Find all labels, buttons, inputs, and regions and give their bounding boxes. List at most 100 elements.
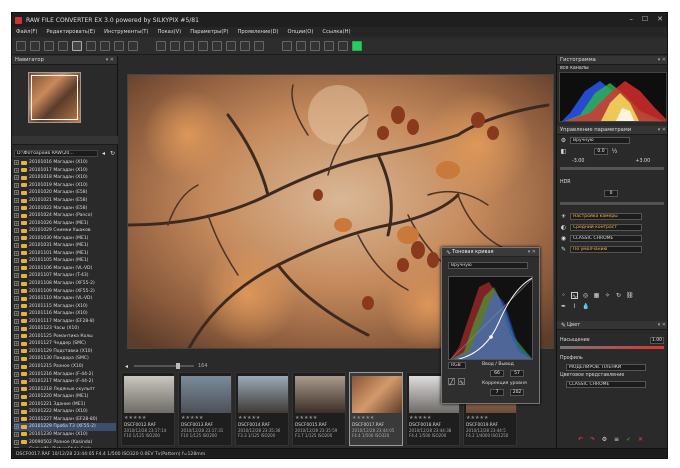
folder-tree-item[interactable]: +20101101 Магадан (ME1) <box>14 250 116 258</box>
brush-icon[interactable] <box>212 41 222 51</box>
compare-view-icon[interactable] <box>100 41 110 51</box>
tone-out-value[interactable]: 57 <box>510 370 524 377</box>
batch-icon[interactable] <box>324 41 334 51</box>
rating-stars[interactable]: ★★★★★ <box>295 415 317 421</box>
folder-tree-item[interactable]: +20101017 Магадан (X10) <box>14 167 116 175</box>
expand-icon[interactable]: + <box>14 409 19 415</box>
pin-icon[interactable]: ▾ ✕ <box>658 322 666 328</box>
folder-tree-item[interactable]: +20101020 Магадан (E58) <box>14 189 116 197</box>
thumbnail-size-slider[interactable] <box>134 363 194 369</box>
paste-params-icon[interactable] <box>282 41 292 51</box>
palette-icon[interactable]: ◉ <box>560 235 567 242</box>
expand-icon[interactable]: + <box>14 175 19 181</box>
tone-in-value[interactable]: 66 <box>490 370 504 377</box>
minimize-icon[interactable]: – <box>629 15 633 23</box>
rotate-icon[interactable]: ↻ <box>615 292 622 299</box>
folder-tree-item[interactable]: +20101031 Магадан (ME1) <box>14 242 116 250</box>
folder-tree-item[interactable]: +20101221 Здание (ME1) <box>14 401 116 409</box>
menu-edit[interactable]: Редактировать(E) <box>46 29 95 35</box>
single-view-icon[interactable] <box>72 41 82 51</box>
folder-tree-item[interactable]: +20101218 Ледяные скульпт <box>14 385 116 393</box>
menu-tools[interactable]: Инструменты(T) <box>104 29 148 35</box>
rating-stars[interactable]: ★★★★★ <box>181 415 203 421</box>
folder-tree-item[interactable]: +20101105 Магадан (ME1) <box>14 257 116 265</box>
profile-select[interactable]: МОДЕЛИРОВ. ПЛЕНКИ <box>566 364 646 371</box>
expand-icon[interactable]: + <box>14 281 19 287</box>
menu-params[interactable]: Параметры(P) <box>190 29 228 35</box>
film-thumbnail[interactable]: ★★★★★ DSCF0017.RAF 2010/12/28 23:44:05 F4.4… <box>349 372 403 446</box>
tone-channel-select[interactable]: RGB <box>448 362 466 369</box>
expand-icon[interactable]: + <box>14 424 19 430</box>
temperature-icon[interactable]: ◧ <box>560 148 567 155</box>
expand-icon[interactable]: + <box>14 213 19 219</box>
lens-icon[interactable]: ◎ <box>582 292 589 299</box>
expand-icon[interactable]: + <box>14 416 19 422</box>
reset-icon[interactable] <box>296 41 306 51</box>
undo-icon[interactable] <box>156 41 166 51</box>
expand-icon[interactable]: + <box>14 235 19 241</box>
linear-curve-icon[interactable]: ╱ <box>448 378 455 386</box>
folder-tree-item[interactable]: +20101030 Магадан (ME1) <box>14 234 116 242</box>
level-high-value[interactable]: 202 <box>510 389 524 396</box>
pin-icon[interactable]: ▾ ✕ <box>528 249 536 255</box>
expand-icon[interactable]: + <box>14 265 19 271</box>
redo-icon[interactable] <box>170 41 180 51</box>
develop-icon[interactable] <box>310 41 320 51</box>
folder-tree-item[interactable]: +20101220 Магадан (ME1) <box>14 393 116 401</box>
checkmark-icon[interactable] <box>352 41 362 51</box>
pin-icon[interactable]: ▾ ✕ <box>658 57 666 63</box>
wb-mode-select[interactable]: Вручную <box>570 137 630 144</box>
drop-icon[interactable]: 💧 <box>582 303 589 310</box>
tone-curve-graph[interactable] <box>448 276 533 360</box>
folder-tree-item[interactable]: +20101115 Магадан (X10) <box>14 302 116 310</box>
expand-icon[interactable]: + <box>14 296 19 302</box>
pencil-icon[interactable]: ✎ <box>560 246 567 253</box>
expand-icon[interactable]: + <box>14 182 19 188</box>
expand-icon[interactable]: + <box>14 326 19 332</box>
folder-tree-item[interactable]: +20101217 Магадан (F-44-2) <box>14 378 116 386</box>
folder-tree-item[interactable]: +20101016 Магадан (X10) <box>14 159 116 167</box>
hdr-slider[interactable] <box>560 202 664 205</box>
contrast-select[interactable]: Средний контраст <box>570 224 642 231</box>
histogram-channel[interactable]: все каналы <box>560 66 589 71</box>
menu-develop[interactable]: Проявление(D) <box>237 29 278 35</box>
folder-tree-item[interactable]: +20101029 Снимки Ушаков <box>14 227 116 235</box>
contrast-icon[interactable]: ◐ <box>560 224 567 231</box>
save-icon[interactable] <box>30 41 40 51</box>
expand-icon[interactable]: + <box>14 250 19 256</box>
expand-icon[interactable]: + <box>14 431 19 437</box>
folder-tree-item[interactable]: +20101216 Магадан (F-44-2) <box>14 370 116 378</box>
expand-icon[interactable]: + <box>14 311 19 317</box>
level-low-value[interactable]: 7 <box>490 389 504 396</box>
expand-icon[interactable]: + <box>14 160 19 166</box>
sharpness-select[interactable]: По умолчанию <box>570 246 642 253</box>
expand-icon[interactable]: + <box>14 318 19 324</box>
folder-tree-item[interactable]: +20101125 Романтика Колы <box>14 333 116 341</box>
close-icon[interactable]: ✕ <box>657 15 663 23</box>
filmstrip-left-icon[interactable]: ◂ <box>123 363 130 370</box>
pin-icon[interactable]: ▾ ✕ <box>106 57 114 63</box>
folder-tree-item[interactable]: +20101116 Магадан (X10) <box>14 310 116 318</box>
film-thumbnail[interactable]: ★★★★★ DSCF0013.RAF 2010/12/28 23:17:31 F10 … <box>178 372 232 446</box>
expand-icon[interactable]: + <box>14 386 19 392</box>
wand-icon[interactable]: ✧ <box>604 292 611 299</box>
menu-help[interactable]: Ссылка(H) <box>322 29 350 35</box>
expand-icon[interactable]: + <box>14 341 19 347</box>
folder-tree-item[interactable]: +20101227 Магадан (EF28-80) <box>14 416 116 424</box>
rating-stars[interactable]: ★★★★★ <box>409 415 431 421</box>
expand-icon[interactable]: + <box>14 190 19 196</box>
camera-setting-select[interactable]: Настройка камеры <box>570 213 642 220</box>
expand-icon[interactable]: + <box>14 364 19 370</box>
spline-curve-icon[interactable]: ∿ <box>458 378 465 386</box>
film-thumbnail[interactable]: ★★★★★ DSCF0014.RAF 2010/12/28 23:35:36 F3.3… <box>235 372 289 446</box>
brush-tool-icon[interactable]: ⌇ <box>571 303 578 310</box>
folder-tree-item[interactable]: +20101110 Магадан (VL-VD) <box>14 295 116 303</box>
folder-tree-item[interactable]: +20101019 Магадан (X10) <box>14 182 116 190</box>
saturation-value[interactable]: 1.00 <box>650 337 664 344</box>
expand-icon[interactable]: + <box>14 220 19 226</box>
folder-tree-item[interactable]: +20101222 Магадан (X10) <box>14 408 116 416</box>
eyedropper-icon[interactable] <box>184 41 194 51</box>
path-field[interactable]: D:\Фотоархив RAW\20... <box>14 149 98 157</box>
expand-icon[interactable]: + <box>14 371 19 377</box>
fullscreen-icon[interactable] <box>114 41 124 51</box>
